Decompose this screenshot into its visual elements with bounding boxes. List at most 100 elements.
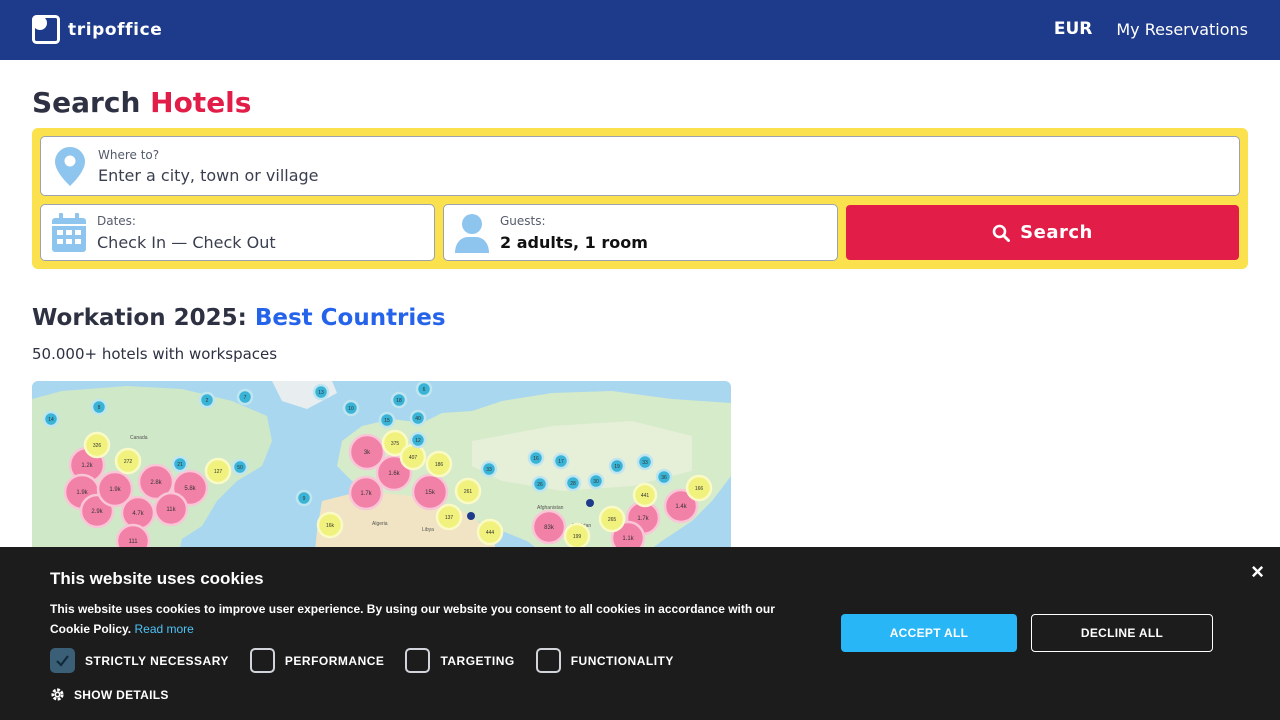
option-functionality[interactable]: FUNCTIONALITY [535,648,674,673]
show-details-toggle[interactable]: SHOW DETAILS [50,687,169,702]
brand-name: tripoffice [68,19,163,40]
checkbox-icon[interactable] [405,648,431,673]
map-cluster-marker[interactable]: 166 [685,474,713,502]
map-cluster-marker[interactable]: 199 [563,522,591,550]
map-cluster-marker[interactable]: 30 [587,472,605,490]
cluster-count: 18 [396,398,402,404]
cluster-count: 36 [661,475,667,481]
close-icon[interactable]: × [1251,559,1264,585]
map-cluster-marker[interactable]: 14 [42,410,60,428]
cookie-options: STRICTLY NECESSARY PERFORMANCE TARGETING… [50,648,695,673]
map-cluster-marker[interactable]: 21 [171,455,189,473]
map-cluster-marker[interactable]: 12 [409,431,427,449]
cluster-count: 1.9k [109,487,121,493]
dates-field[interactable]: Dates: Check In — Check Out [40,204,435,261]
map-cluster-marker[interactable]: 7 [236,388,254,406]
brand-logo[interactable]: tripoffice [32,15,162,44]
hotel-marker[interactable] [467,512,475,520]
map-cluster-marker[interactable]: 10 [342,399,360,417]
cluster-count: 17 [558,459,564,465]
cluster-count: 2.8k [150,480,162,486]
map-cluster-marker[interactable]: 127 [204,457,232,485]
map-cluster-marker[interactable]: 2 [198,391,216,409]
accept-all-button[interactable]: ACCEPT ALL [841,614,1017,652]
map-cluster-marker[interactable]: 15 [378,411,396,429]
map-cluster-marker[interactable]: 4.7k [120,495,156,531]
cluster-count: 441 [641,493,650,499]
map-cluster-marker[interactable]: 16k [316,511,344,539]
map-cluster-marker[interactable]: 441 [632,482,658,508]
hotel-marker[interactable] [586,499,594,507]
currency-selector[interactable]: EUR [1054,19,1093,39]
hotel-search-form: Where to? Enter a city, town or village … [32,128,1248,269]
map-cluster-marker[interactable]: 6 [415,381,433,398]
map-cluster-marker[interactable]: 186 [425,450,453,478]
map-cluster-marker[interactable]: 11k [153,491,189,527]
option-targeting[interactable]: TARGETING [405,648,514,673]
map-cluster-marker[interactable]: 33 [636,453,654,471]
map-cluster-marker[interactable]: 33 [480,460,498,478]
map-cluster-marker[interactable]: 40 [409,409,427,427]
cluster-count: 14 [48,417,54,423]
cluster-count: 1.7k [360,491,372,497]
logo-icon [32,15,60,44]
cluster-count: 127 [214,469,223,475]
map-cluster-marker[interactable]: 407 [399,443,427,471]
map-cluster-marker[interactable]: 19 [608,457,626,475]
destination-field[interactable]: Where to? Enter a city, town or village [40,136,1240,196]
cluster-count: 21 [177,462,183,468]
map-cluster-marker[interactable]: 36 [655,468,673,486]
map-cluster-marker[interactable]: 18 [390,391,408,409]
map-cluster-marker[interactable]: 9 [295,489,313,507]
cluster-count: 15 [384,418,390,424]
cluster-count: 265 [608,517,617,523]
cluster-count: 444 [486,530,495,536]
guests-value[interactable]: 2 adults, 1 room [500,233,648,252]
option-performance[interactable]: PERFORMANCE [249,648,385,673]
option-strictly-necessary[interactable]: STRICTLY NECESSARY [50,648,229,673]
map-cluster-marker[interactable]: 50 [231,458,249,476]
map-cluster-marker[interactable]: 8 [90,398,108,416]
map-cluster-marker[interactable]: 15k [411,473,449,511]
check-icon [56,655,69,667]
location-pin-icon [55,147,85,186]
map-cluster-marker[interactable]: 261 [454,477,482,505]
guests-field[interactable]: Guests: 2 adults, 1 room [443,204,838,261]
cluster-count: 16 [533,456,539,462]
map-cluster-marker[interactable]: 13 [312,383,330,401]
cluster-count: 10 [348,406,354,412]
map-cluster-marker[interactable]: 26 [531,475,549,493]
map-cluster-marker[interactable]: 83k [531,509,567,545]
checkbox-checked-icon[interactable] [50,648,75,673]
map-cluster-marker[interactable]: 137 [435,503,463,531]
checkbox-icon[interactable] [249,648,275,673]
map-cluster-marker[interactable]: 16 [527,449,545,467]
map-cluster-marker[interactable]: 1.7k [348,475,384,511]
section-title-accent[interactable]: Best Countries [255,305,446,331]
destination-input[interactable]: Enter a city, town or village [98,166,319,185]
cluster-count: 1.9k [76,490,88,496]
read-more-link[interactable]: Read more [134,622,193,636]
dates-value[interactable]: Check In — Check Out [97,233,276,252]
cluster-count: 1.7k [637,516,649,522]
cluster-count: 3k [364,450,371,456]
map-cluster-marker[interactable]: 28 [564,474,582,492]
search-button[interactable]: Search [846,205,1239,260]
map-place-label: Libya [422,527,434,533]
map-cluster-marker[interactable]: 17 [552,452,570,470]
top-navigation-bar: tripoffice EUR My Reservations [0,0,1280,60]
map-cluster-marker[interactable]: 272 [114,447,142,475]
map-place-label: Algeria [372,521,388,527]
cluster-count: 33 [486,467,492,473]
map-cluster-marker[interactable]: 444 [476,518,504,546]
option-label: TARGETING [440,653,515,668]
search-icon [992,224,1011,242]
decline-all-button[interactable]: DECLINE ALL [1031,614,1213,652]
map-place-label: Canada [130,435,148,441]
cluster-count: 15k [425,490,436,496]
option-label: PERFORMANCE [284,653,385,668]
checkbox-icon[interactable] [535,648,561,673]
my-reservations-link[interactable]: My Reservations [1116,20,1248,39]
map-cluster-marker[interactable]: 265 [598,505,626,533]
map-cluster-marker[interactable]: 326 [83,431,111,459]
